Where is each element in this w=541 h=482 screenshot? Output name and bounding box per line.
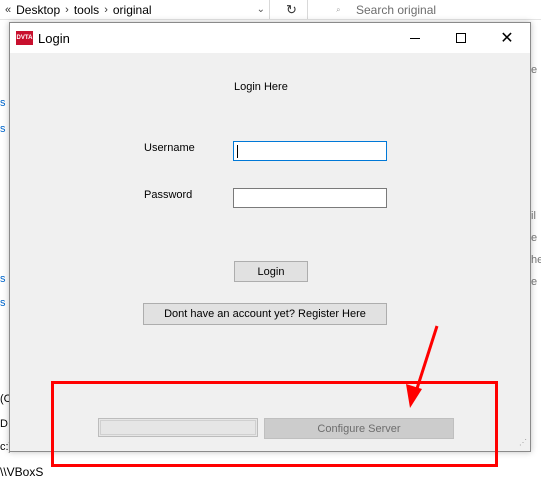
search-icon <box>336 7 340 12</box>
register-button[interactable]: Dont have an account yet? Register Here <box>143 303 387 325</box>
details-fragment: e <box>531 276 538 288</box>
search-input[interactable]: Search original <box>320 0 541 19</box>
refresh-button[interactable]: ↻ <box>276 0 308 19</box>
chevron-down-icon[interactable]: ⌄ <box>257 0 265 19</box>
details-fragment: he <box>531 254 541 266</box>
breadcrumb-separator-icon: › <box>104 3 108 16</box>
details-fragment: il <box>531 210 536 222</box>
back-chevron-icon[interactable]: « <box>0 4 16 16</box>
breadcrumb[interactable]: « Desktop › tools › original ⌄ <box>0 0 270 19</box>
network-path-fragment: \\VBoxS <box>0 465 44 479</box>
annotation-arrow-icon <box>406 325 439 408</box>
search-placeholder: Search original <box>356 2 437 17</box>
details-fragment: e <box>531 64 538 76</box>
close-icon: ✕ <box>500 30 514 47</box>
breadcrumb-item-original[interactable]: original <box>113 3 152 17</box>
title-bar[interactable]: DVTA Login ✕ <box>10 23 530 53</box>
nav-pane-fragment: s <box>0 273 6 285</box>
maximize-icon <box>456 33 466 43</box>
maximize-button[interactable] <box>438 23 484 53</box>
app-logo-icon: DVTA <box>16 31 33 45</box>
explorer-address-bar: « Desktop › tools › original ⌄ ↻ Search … <box>0 0 541 20</box>
username-field[interactable] <box>233 141 387 161</box>
breadcrumb-item-tools[interactable]: tools <box>74 3 99 17</box>
password-field[interactable] <box>233 188 387 208</box>
breadcrumb-item-desktop[interactable]: Desktop <box>16 3 60 17</box>
resize-grip-icon[interactable]: ⋰ <box>517 438 527 448</box>
refresh-icon: ↻ <box>286 1 297 17</box>
password-label: Password <box>144 189 193 201</box>
page-title: Login Here <box>234 81 288 93</box>
nav-pane-fragment: s <box>0 297 6 309</box>
nav-pane-fragment: s <box>0 123 6 135</box>
breadcrumb-separator-icon: › <box>65 3 69 16</box>
close-button[interactable]: ✕ <box>484 23 530 53</box>
login-button[interactable]: Login <box>234 261 308 282</box>
minimize-button[interactable] <box>392 23 438 53</box>
text-caret <box>237 145 238 158</box>
minimize-icon <box>410 37 420 39</box>
window-title: Login <box>38 31 70 46</box>
username-label: Username <box>144 142 195 154</box>
details-fragment: e <box>531 232 538 244</box>
nav-pane-fragment: s <box>0 97 6 109</box>
